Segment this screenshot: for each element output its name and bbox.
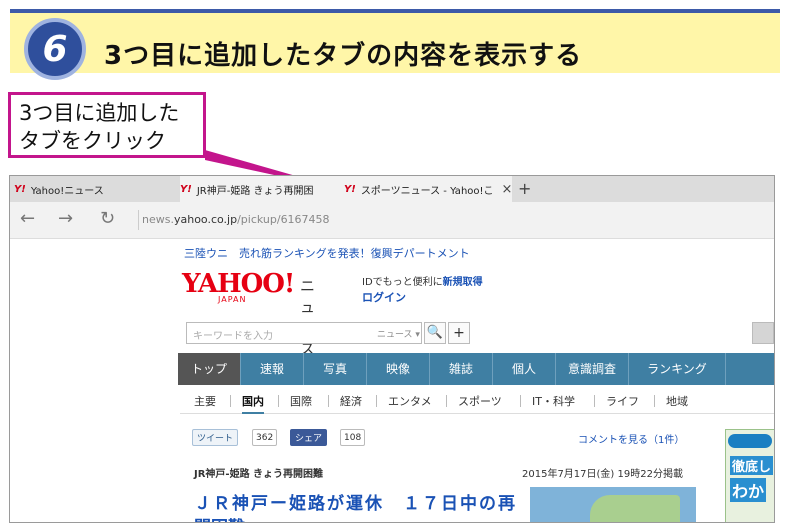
category-ranking[interactable]: ランキング	[629, 353, 726, 385]
address-separator	[138, 210, 139, 230]
tab-sports-news[interactable]: Y! スポーツニュース - Yahoo!こ ×	[344, 176, 512, 202]
login-link[interactable]: ログイン	[362, 289, 406, 305]
forward-arrow-icon[interactable]: →	[58, 208, 73, 229]
comments-link[interactable]: コメントを見る（1件）	[578, 431, 684, 446]
divider	[376, 395, 377, 407]
tweet-label: ツイート	[197, 434, 234, 444]
map-land	[590, 495, 680, 522]
logo-sub: JAPAN	[218, 295, 247, 304]
ad-banner[interactable]: 徹底し わか	[725, 429, 774, 522]
category-top[interactable]: トップ	[178, 353, 241, 385]
add-button[interactable]: +	[448, 322, 470, 344]
divider	[446, 395, 447, 407]
tab-label: Yahoo!ニュース	[30, 185, 104, 197]
login-prompt: IDでもっと便利に新規取得	[362, 273, 483, 288]
close-icon[interactable]: ×	[502, 182, 512, 197]
subcategory-nav: 主要 国内 国際 経済 エンタメ スポーツ IT・科学 ライフ 地域	[180, 389, 774, 414]
search-scope-select[interactable]: ニュース ▾	[377, 327, 420, 340]
subcat-region[interactable]: 地域	[666, 393, 688, 409]
subcat-main[interactable]: 主要	[194, 393, 216, 409]
yahoo-favicon-icon: Y!	[180, 183, 192, 195]
search-button[interactable]: 🔍	[424, 322, 446, 344]
category-photo[interactable]: 写真	[304, 353, 367, 385]
subcat-economy[interactable]: 経済	[340, 393, 362, 409]
subcat-it-science[interactable]: IT・科学	[532, 393, 575, 409]
ad-text-2: わか	[730, 478, 767, 502]
subcat-international[interactable]: 国際	[290, 393, 312, 409]
url-domain: yahoo.co.jp	[173, 213, 238, 226]
tab-yahoo-news[interactable]: Y! Yahoo!ニュース	[14, 176, 180, 202]
category-personal[interactable]: 個人	[493, 353, 556, 385]
yahoo-logo[interactable]: YAHOO! JAPAN ニュース	[182, 269, 315, 358]
tab-jr-kobe[interactable]: Y! JR神戸-姫路 きょう再開困	[180, 176, 344, 202]
divider	[328, 395, 329, 407]
article-source: JR神戸-姫路 きょう再開困難	[194, 469, 324, 480]
navigation-bar: ← → ↻ news.yahoo.co.jp/pickup/6167458	[10, 202, 774, 239]
article-date: 2015年7月17日(金) 19時22分掲載	[522, 469, 683, 480]
yahoo-favicon-icon: Y!	[14, 183, 26, 195]
subcat-sports[interactable]: スポーツ	[458, 393, 502, 409]
ad-text-1: 徹底し	[730, 456, 774, 475]
share-label: シェア	[295, 434, 323, 444]
category-magazine[interactable]: 雑誌	[430, 353, 493, 385]
search-input[interactable]: キーワードを入力 ニュース ▾	[186, 322, 422, 344]
promo-link[interactable]: 三陸ウニ 売れ筋ランキングを発表！復興デパートメント	[184, 245, 470, 261]
tab-label: スポーツニュース - Yahoo!こ	[360, 185, 494, 197]
tweet-count: 362	[252, 429, 278, 446]
url-prefix: news.	[142, 213, 174, 226]
logo-news: ニュース	[300, 277, 316, 358]
share-button[interactable]: シェア	[290, 429, 328, 446]
search-placeholder: キーワードを入力	[193, 331, 273, 342]
divider	[594, 395, 595, 407]
category-nav: トップ 速報 写真 映像 雑誌 個人 意識調査 ランキング	[178, 353, 774, 385]
subcat-life[interactable]: ライフ	[606, 393, 639, 409]
tweet-button[interactable]: ツイート	[192, 429, 239, 446]
ad-logo	[728, 434, 772, 448]
tab-bar: Y! Yahoo!ニュース Y! JR神戸-姫路 きょう再開困 Y! スポーツニ…	[10, 176, 774, 202]
address-bar[interactable]: news.yahoo.co.jp/pickup/6167458	[142, 213, 330, 226]
url-path: /pickup/6167458	[237, 213, 330, 226]
subcat-domestic[interactable]: 国内	[242, 393, 264, 414]
yahoo-favicon-icon: Y!	[344, 183, 356, 195]
back-arrow-icon[interactable]: ←	[20, 208, 35, 229]
share-count: 108	[340, 429, 366, 446]
search-icon: 🔍	[426, 325, 444, 340]
subcat-entertainment[interactable]: エンタメ	[388, 393, 432, 409]
page-content: 三陸ウニ 売れ筋ランキングを発表！復興デパートメント YAHOO! JAPAN …	[178, 239, 774, 522]
browser-window: Y! Yahoo!ニュース Y! JR神戸-姫路 きょう再開困 Y! スポーツニ…	[9, 175, 775, 523]
refresh-icon[interactable]: ↻	[100, 208, 115, 229]
category-breaking[interactable]: 速報	[241, 353, 304, 385]
avatar[interactable]	[752, 322, 774, 344]
divider	[520, 395, 521, 407]
login-text: IDでもっと便利に	[362, 277, 443, 288]
divider	[654, 395, 655, 407]
category-survey[interactable]: 意識調査	[556, 353, 629, 385]
article-map-image[interactable]	[530, 487, 696, 522]
divider	[230, 395, 231, 407]
new-tab-button[interactable]: +	[518, 179, 531, 198]
article-title[interactable]: ＪＲ神戸ー姫路が運休 １７日中の再	[194, 489, 517, 514]
tab-label: JR神戸-姫路 きょう再開困	[196, 185, 314, 197]
signup-link[interactable]: 新規取得	[443, 277, 483, 288]
category-video[interactable]: 映像	[367, 353, 430, 385]
divider	[278, 395, 279, 407]
